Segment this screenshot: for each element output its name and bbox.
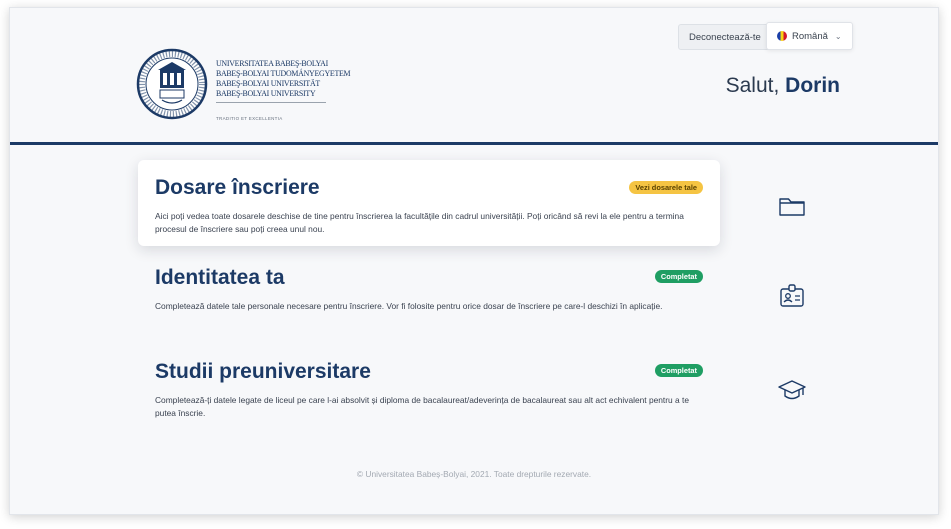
university-motto: TRADITIO ET EXCELLENTIA [216, 116, 283, 121]
university-name-de: BABEŞ-BOLYAI UNIVERSITÄT [216, 78, 320, 88]
section-title: Identitatea ta [155, 266, 285, 289]
identity-status-badge: Completat [654, 270, 703, 283]
language-label: Română [792, 30, 828, 42]
university-name-en: BABEŞ-BOLYAI UNIVERSITY [216, 88, 316, 98]
romania-flag-icon [777, 31, 787, 41]
app-window: UNIVERSITATEA BABEŞ-BOLYAI BABEŞ-BOLYAI … [9, 7, 939, 515]
footer-copyright: © Universitatea Babeș-Bolyai, 2021. Toat… [356, 469, 592, 479]
view-applications-badge[interactable]: Vezi dosarele tale [629, 181, 703, 194]
language-selector[interactable]: Română ⌄ [766, 22, 853, 50]
section-description: Completează-ți datele legate de liceul p… [155, 395, 690, 418]
section-card-applications[interactable]: Dosare înscriere Vezi dosarele tale Aici… [138, 160, 720, 246]
university-names: UNIVERSITATEA BABEŞ-BOLYAI BABEŞ-BOLYAI … [216, 58, 351, 103]
greeting: Salut, Dorin [726, 74, 840, 98]
header-divider [10, 142, 938, 145]
chevron-down-icon: ⌄ [834, 31, 842, 41]
studies-status-badge: Completat [654, 364, 703, 377]
folder-icon [779, 198, 805, 216]
graduation-cap-icon [778, 380, 806, 400]
section-card-identity[interactable]: Identitatea ta Completat Completează dat… [138, 254, 720, 340]
greeting-prefix: Salut, [725, 74, 780, 97]
logout-button[interactable]: Deconectează-te [678, 24, 772, 50]
university-seal-icon [136, 48, 208, 120]
university-name-hu: BABEŞ-BOLYAI TUDOMÁNYEGYETEM [216, 68, 351, 78]
section-description: Aici poți vedea toate dosarele deschise … [155, 211, 684, 234]
header: UNIVERSITATEA BABEŞ-BOLYAI BABEŞ-BOLYAI … [10, 8, 938, 142]
id-badge-icon [780, 284, 804, 307]
section-title: Studii preuniversitare [155, 360, 371, 383]
university-name-ro: UNIVERSITATEA BABEŞ-BOLYAI [216, 58, 328, 68]
section-card-pre-university[interactable]: Studii preuniversitare Completat Complet… [138, 348, 720, 434]
section-description: Completează datele tale personale necesa… [155, 301, 663, 311]
user-name: Dorin [785, 74, 840, 97]
section-title: Dosare înscriere [155, 176, 320, 199]
